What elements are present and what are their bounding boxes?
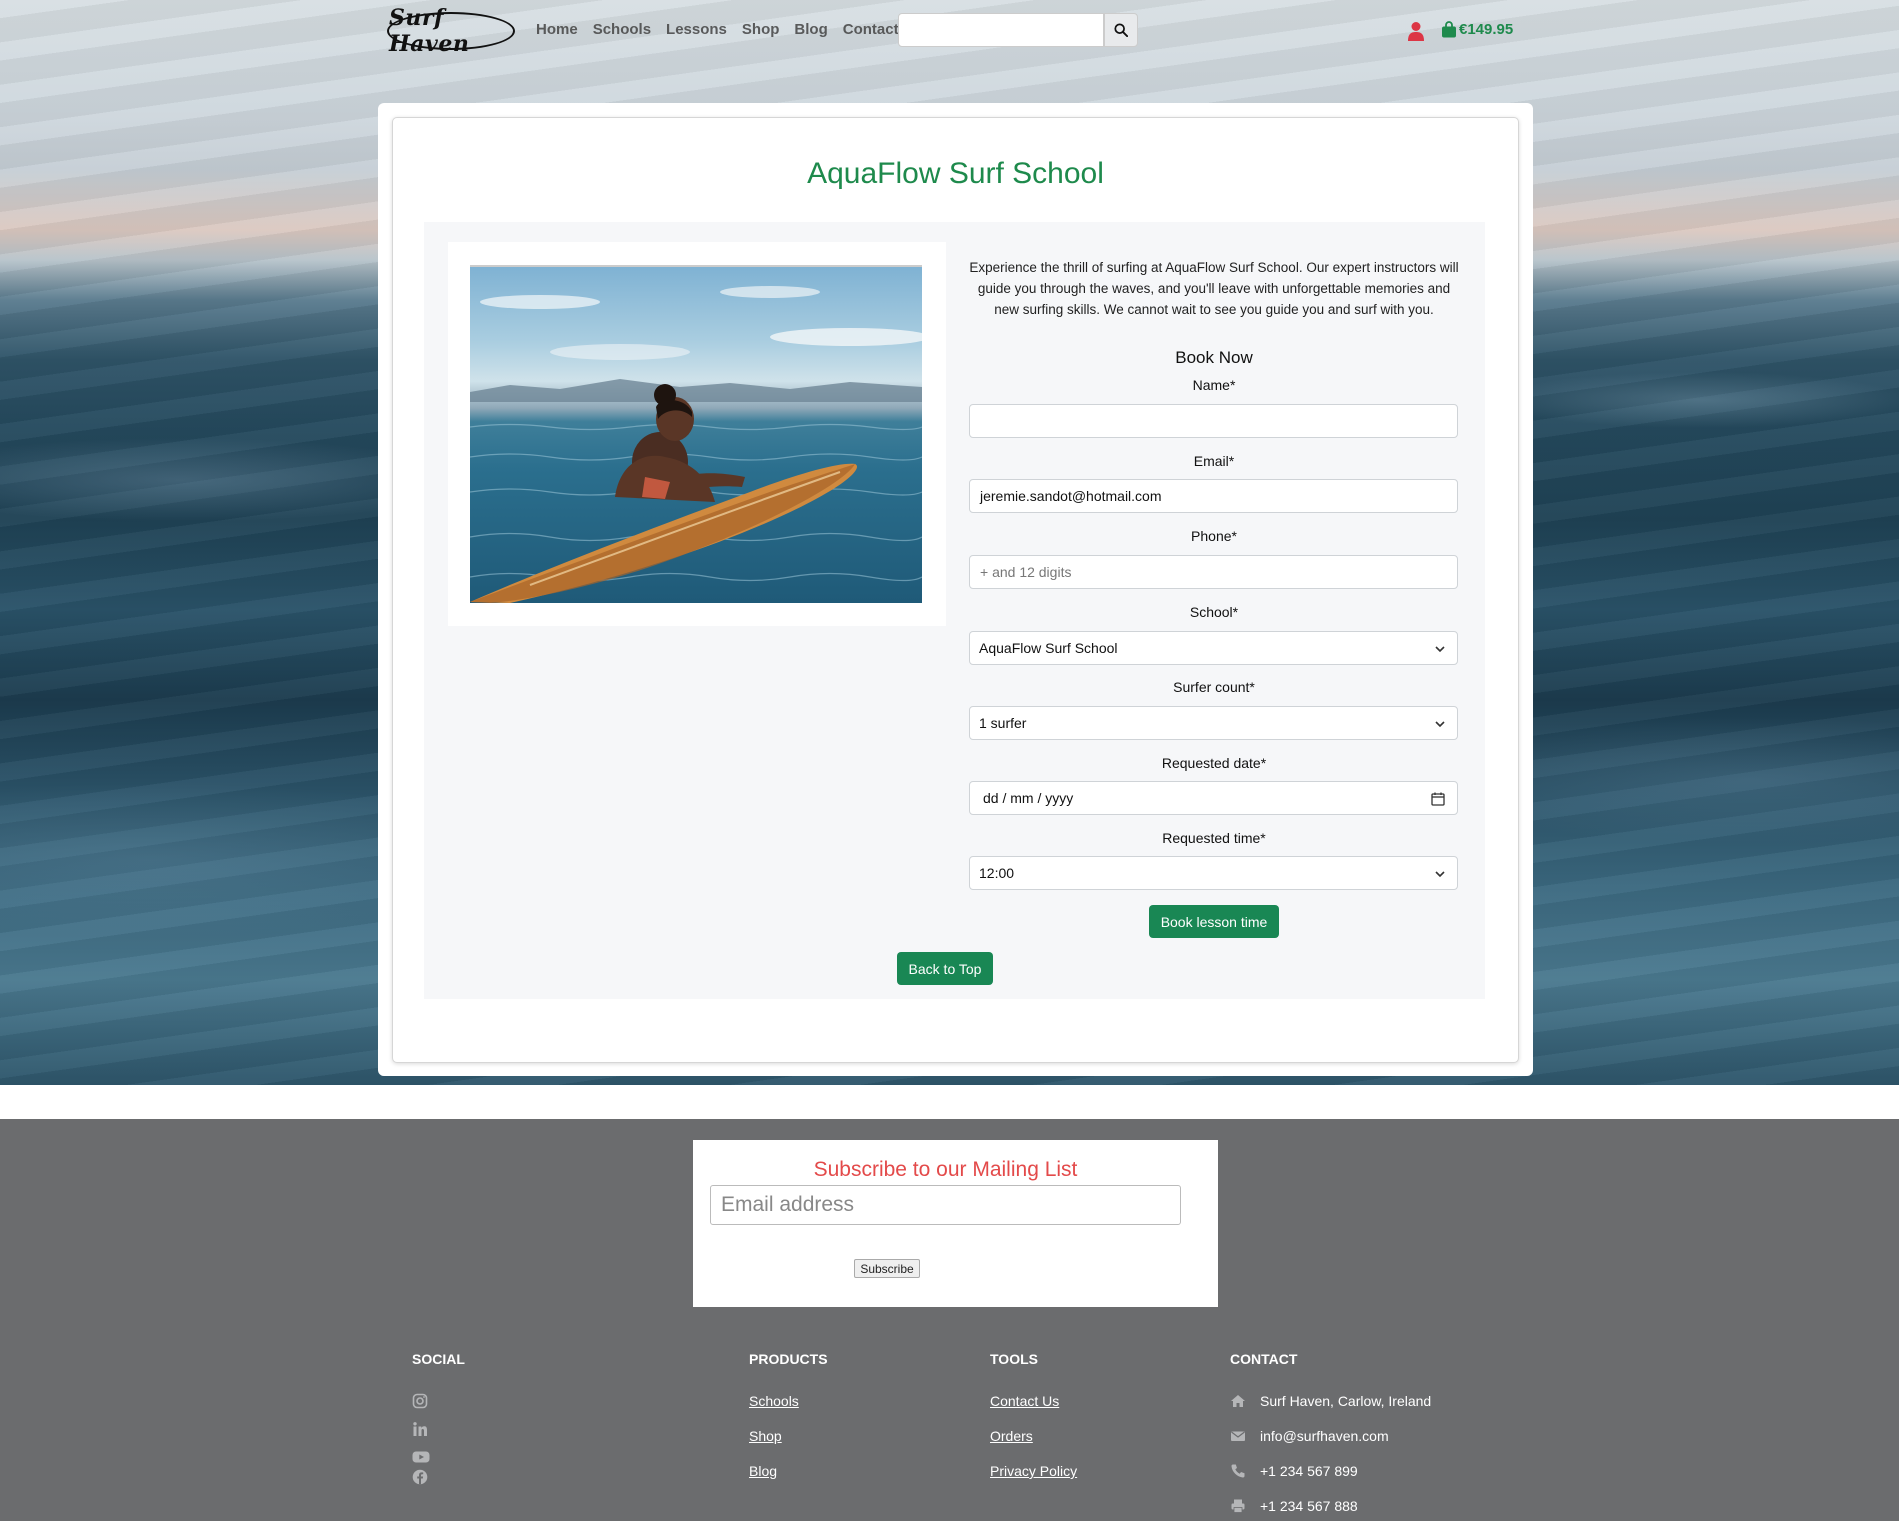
email-label: Email* [1193, 453, 1235, 469]
school-photo-frame [448, 242, 946, 626]
subscribe-title: Subscribe to our Mailing List [813, 1158, 1078, 1181]
footer-link-privacy-policy[interactable]: Privacy Policy [990, 1463, 1077, 1479]
nav-link-schools[interactable]: Schools [593, 21, 651, 38]
instagram-icon[interactable] [412, 1393, 428, 1409]
contact-phone-text: +1 234 567 899 [1260, 1463, 1358, 1479]
school-label: School* [1189, 604, 1239, 620]
surfer-count-value: 1 surfer [979, 715, 1027, 731]
contact-email-text: info@surfhaven.com [1260, 1428, 1389, 1444]
search-icon [1114, 23, 1128, 37]
date-field[interactable]: dd / mm / yyyy [969, 781, 1458, 815]
phone-label: Phone* [1191, 528, 1237, 544]
facebook-icon[interactable] [412, 1469, 428, 1485]
nav-link-lessons[interactable]: Lessons [666, 21, 727, 38]
phone-field[interactable]: + and 12 digits [969, 555, 1458, 589]
name-label: Name* [1192, 377, 1236, 393]
page-title: AquaFlow Surf School [807, 157, 1104, 190]
nav-links: Home Schools Lessons Shop Blog Contact [536, 21, 914, 38]
products-heading: PRODUCTS [749, 1351, 828, 1367]
name-field[interactable] [969, 404, 1458, 438]
cart-link[interactable]: €149.95 [1441, 21, 1513, 38]
footer-link-shop[interactable]: Shop [749, 1428, 782, 1444]
user-icon[interactable] [1407, 21, 1425, 41]
subscribe-email-input[interactable]: Email address [710, 1185, 1181, 1225]
contact-address: Surf Haven, Carlow, Ireland [1230, 1393, 1431, 1409]
footer-link-orders[interactable]: Orders [990, 1428, 1033, 1444]
time-label: Requested time* [1162, 830, 1266, 846]
school-select[interactable]: AquaFlow Surf School [969, 631, 1458, 665]
section-divider [0, 1085, 1899, 1119]
phone-icon [1231, 1464, 1245, 1478]
calendar-icon[interactable] [1431, 792, 1445, 806]
footer-link-schools[interactable]: Schools [749, 1393, 799, 1409]
navbar: Surf Haven Home Schools Lessons Shop Blo… [0, 0, 1899, 62]
contact-fax: +1 234 567 888 [1230, 1498, 1358, 1514]
chevron-down-icon [1435, 871, 1445, 878]
date-placeholder: dd / mm / yyyy [983, 790, 1074, 806]
search-input[interactable] [898, 13, 1104, 47]
email-field[interactable]: jeremie.sandot@hotmail.com [969, 479, 1458, 513]
subscribe-button[interactable]: Subscribe [854, 1259, 920, 1278]
contact-heading: CONTACT [1230, 1351, 1298, 1367]
school-photo [470, 265, 922, 603]
time-select-value: 12:00 [979, 865, 1015, 881]
school-select-value: AquaFlow Surf School [979, 640, 1118, 656]
site-logo[interactable]: Surf Haven [387, 5, 515, 57]
back-to-top-button[interactable]: Back to Top [897, 952, 993, 985]
contact-email: info@surfhaven.com [1230, 1428, 1389, 1444]
social-heading: SOCIAL [412, 1351, 465, 1367]
chevron-down-icon [1435, 721, 1445, 728]
footer-link-blog[interactable]: Blog [749, 1463, 777, 1479]
footer-link-contact-us[interactable]: Contact Us [990, 1393, 1059, 1409]
school-description: Experience the thrill of surfing at Aqua… [969, 260, 1459, 317]
nav-link-shop[interactable]: Shop [742, 21, 780, 38]
shopping-bag-icon [1442, 21, 1456, 38]
linkedin-icon[interactable] [412, 1421, 428, 1437]
envelope-icon [1231, 1431, 1245, 1441]
date-label: Requested date* [1161, 755, 1267, 771]
youtube-icon[interactable] [412, 1449, 430, 1465]
contact-phone: +1 234 567 899 [1230, 1463, 1358, 1479]
booking-heading: Book Now [1175, 348, 1253, 367]
nav-link-blog[interactable]: Blog [794, 21, 827, 38]
print-icon [1231, 1499, 1245, 1513]
book-lesson-button[interactable]: Book lesson time [1149, 905, 1279, 938]
surfer-count-select[interactable]: 1 surfer [969, 706, 1458, 740]
cart-total: €149.95 [1459, 21, 1514, 38]
nav-link-contact[interactable]: Contact [843, 21, 899, 38]
tools-heading: TOOLS [990, 1351, 1038, 1367]
nav-link-home[interactable]: Home [536, 21, 578, 38]
contact-fax-text: +1 234 567 888 [1260, 1498, 1358, 1514]
search-button[interactable] [1104, 13, 1138, 47]
surfer-count-label: Surfer count* [1173, 679, 1255, 695]
time-select[interactable]: 12:00 [969, 856, 1458, 890]
chevron-down-icon [1435, 646, 1445, 653]
home-icon [1231, 1395, 1245, 1407]
contact-address-text: Surf Haven, Carlow, Ireland [1260, 1393, 1432, 1409]
